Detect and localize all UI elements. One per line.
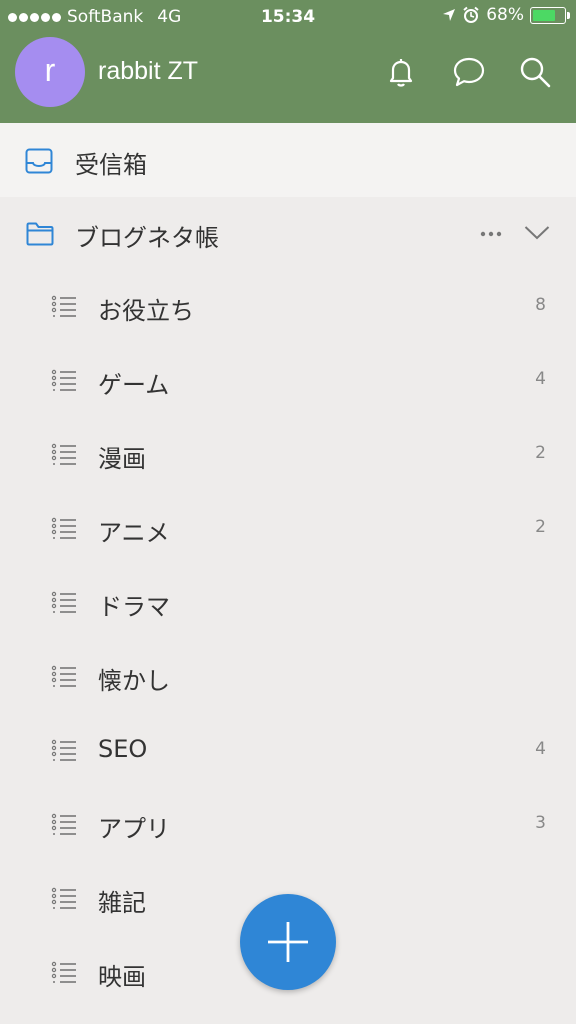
app-header: SoftBank 4G 15:34 68% r rabbit ZT: [0, 0, 576, 123]
list-label: アニメ: [98, 519, 170, 547]
bell-icon[interactable]: [384, 55, 418, 89]
list-item[interactable]: アプリ 3: [0, 789, 576, 863]
battery-percent: 68%: [486, 5, 524, 25]
alarm-clock-icon: [463, 6, 479, 23]
list-item[interactable]: お役立ち 8: [0, 271, 576, 345]
task-count: 3: [535, 813, 546, 833]
add-button[interactable]: [240, 894, 336, 990]
folder-label: ブログネタ帳: [75, 224, 219, 252]
list-icon: [51, 295, 76, 317]
list-label: ドラマ: [98, 593, 170, 621]
task-count: 4: [535, 369, 546, 389]
task-count: 2: [535, 443, 546, 463]
list-item[interactable]: ドラマ: [0, 567, 576, 641]
list-label: お役立ち: [98, 297, 194, 325]
list-icon: [51, 961, 76, 983]
list-icon: [51, 813, 76, 835]
list-item[interactable]: 漫画 2: [0, 419, 576, 493]
chevron-down-icon[interactable]: [524, 225, 550, 241]
list-item[interactable]: ゲーム 4: [0, 345, 576, 419]
list-label: ゲーム: [98, 371, 170, 399]
list-icon: [51, 887, 76, 909]
list-item[interactable]: 懐かし: [0, 641, 576, 715]
account-name[interactable]: rabbit ZT: [98, 57, 198, 86]
chat-icon[interactable]: [452, 55, 486, 89]
list-icon: [51, 369, 76, 391]
task-count: 4: [535, 739, 546, 759]
folder-icon: [26, 222, 54, 246]
avatar[interactable]: r: [15, 37, 85, 107]
list-label: 映画: [98, 963, 146, 991]
list-label: 雑記: [98, 889, 146, 917]
task-count: 2: [535, 517, 546, 537]
list-label: アプリ: [98, 815, 170, 843]
list-label: 懐かし: [98, 667, 170, 695]
folder-item[interactable]: ブログネタ帳: [0, 197, 576, 271]
battery-icon: [530, 6, 570, 24]
plus-icon: [268, 922, 308, 962]
list-item[interactable]: SEO 4: [0, 715, 576, 789]
task-count: 8: [535, 295, 546, 315]
list-icon: [51, 443, 76, 465]
inbox-icon: [25, 148, 53, 174]
more-options-icon[interactable]: [480, 227, 502, 241]
list-icon: [51, 517, 76, 539]
list-item[interactable]: アニメ 2: [0, 493, 576, 567]
list-icon: [51, 591, 76, 613]
search-icon[interactable]: [518, 55, 552, 89]
inbox-item[interactable]: 受信箱: [0, 123, 576, 197]
list-icon: [51, 739, 76, 761]
inbox-label: 受信箱: [75, 151, 147, 179]
list-label: 漫画: [98, 445, 146, 473]
location-arrow-icon: [443, 9, 456, 21]
list-icon: [51, 665, 76, 687]
status-bar: SoftBank 4G 15:34 68%: [0, 0, 576, 34]
list-label: SEO: [98, 735, 148, 763]
